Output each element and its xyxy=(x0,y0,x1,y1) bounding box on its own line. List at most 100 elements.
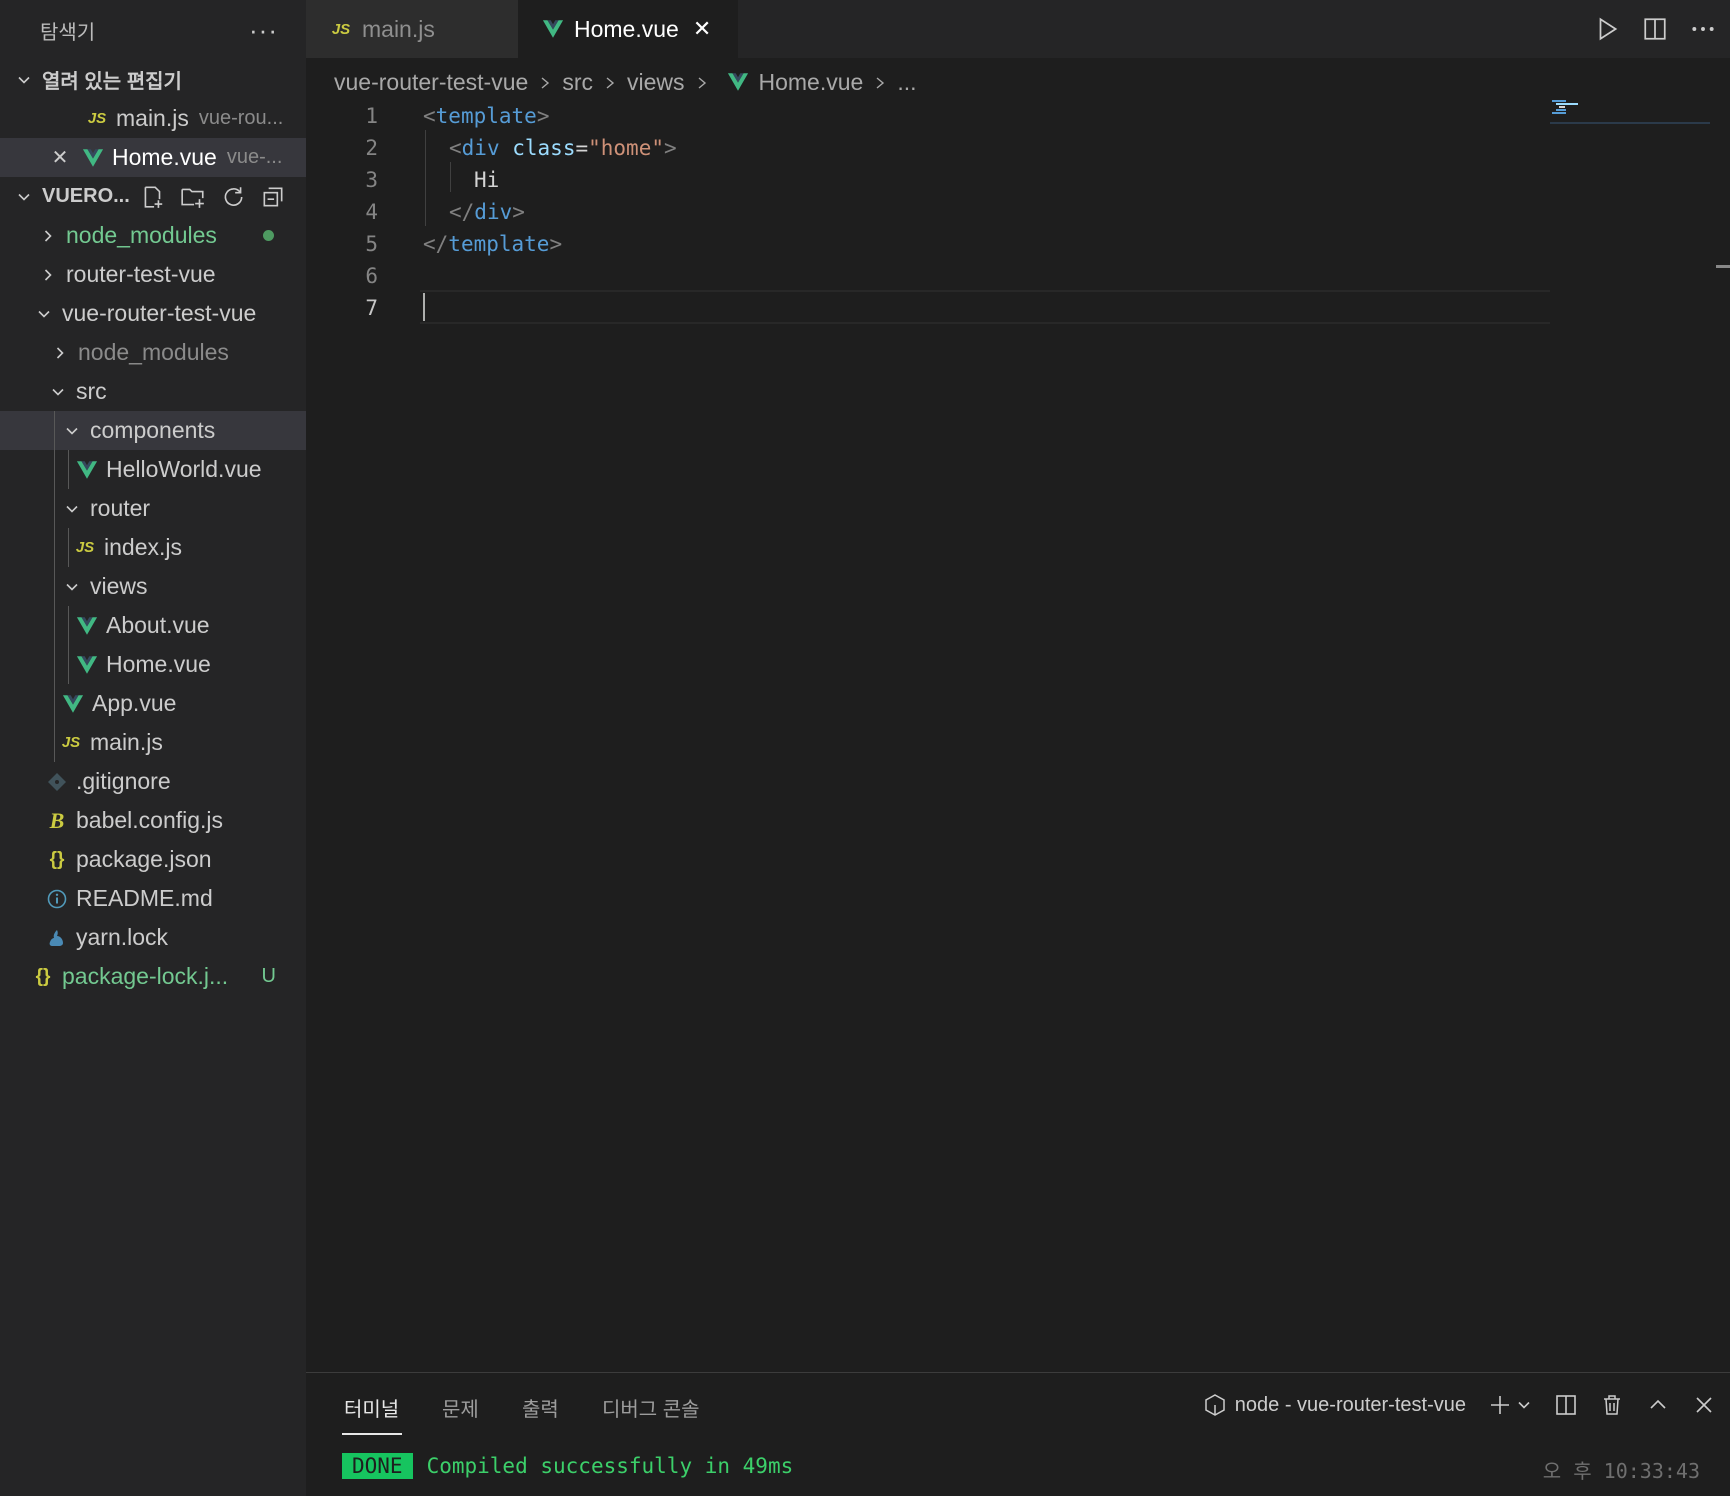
indent-guide xyxy=(54,684,55,723)
tab-label: Home.vue xyxy=(574,15,679,42)
code-line-7: 7 xyxy=(306,292,378,324)
run-icon[interactable] xyxy=(1594,16,1620,42)
tree-file-babel-config-js[interactable]: B babel.config.js xyxy=(0,801,306,840)
tab-debug-console[interactable]: 디버그 콘솔 xyxy=(602,1393,700,1422)
token: </ xyxy=(449,200,475,224)
tree-item-label: main.js xyxy=(90,729,163,755)
code-line-6: 6 xyxy=(306,260,378,292)
indent-guide xyxy=(54,723,55,762)
code-line-1: 1 <template> xyxy=(306,100,549,132)
tab-main-js[interactable]: JS main.js xyxy=(306,0,518,58)
text-cursor xyxy=(423,293,425,321)
tree-folder-components[interactable]: components xyxy=(0,411,306,450)
workspace-toolbar xyxy=(140,184,286,210)
tree-folder-src[interactable]: src xyxy=(0,372,306,411)
tree-file-yarn-lock[interactable]: yarn.lock xyxy=(0,918,306,957)
chevron-right-icon xyxy=(38,265,58,285)
tree-folder-views[interactable]: views xyxy=(0,567,306,606)
chevron-down-icon xyxy=(62,577,82,597)
line-number: 3 xyxy=(365,168,378,192)
tree-file-about-vue[interactable]: About.vue xyxy=(0,606,306,645)
breadcrumb-item[interactable]: vue-router-test-vue xyxy=(334,69,528,96)
close-icon[interactable]: ✕ xyxy=(693,16,711,42)
workspace-label: VUERO... xyxy=(42,185,130,207)
more-actions-icon[interactable]: ··· xyxy=(249,15,278,46)
indent-guide xyxy=(54,645,55,684)
minimap[interactable] xyxy=(1550,96,1710,126)
breadcrumb-item[interactable]: views xyxy=(627,69,685,96)
editor-actions xyxy=(1594,0,1716,58)
tree-folder-vue-router-test-vue[interactable]: vue-router-test-vue xyxy=(0,294,306,333)
chevron-down-icon xyxy=(62,499,82,519)
add-terminal-icon[interactable] xyxy=(1488,1393,1512,1417)
tree-folder-node-modules-root[interactable]: node_modules xyxy=(0,216,306,255)
new-folder-icon[interactable] xyxy=(180,184,206,210)
indent-guide xyxy=(54,450,55,489)
tab-problems[interactable]: 문제 xyxy=(442,1393,479,1422)
tree-item-label: Home.vue xyxy=(106,651,211,677)
breadcrumb-item[interactable]: src xyxy=(562,69,593,96)
tab-terminal[interactable]: 터미널 xyxy=(344,1393,399,1422)
split-terminal-icon[interactable] xyxy=(1554,1393,1578,1417)
vue-icon xyxy=(76,460,98,480)
tree-file-gitignore[interactable]: .gitignore xyxy=(0,762,306,801)
indent-guide xyxy=(68,528,69,567)
token: < xyxy=(449,136,462,160)
tree-file-package-lock-json[interactable]: {} package-lock.j... U xyxy=(0,957,306,996)
chevron-down-icon xyxy=(34,304,54,324)
tree-item-label: HelloWorld.vue xyxy=(106,456,262,482)
indent-guide xyxy=(425,130,426,226)
close-panel-icon[interactable] xyxy=(1692,1393,1716,1417)
tree-file-helloworld-vue[interactable]: HelloWorld.vue xyxy=(0,450,306,489)
vue-icon xyxy=(62,694,84,714)
tree-file-index-js[interactable]: JS index.js xyxy=(0,528,306,567)
chevron-down-icon[interactable] xyxy=(1516,1397,1532,1413)
json-icon: {} xyxy=(35,965,51,987)
tree-item-label: index.js xyxy=(104,534,182,560)
line-number: 4 xyxy=(365,200,378,224)
tree-file-main-js[interactable]: JS main.js xyxy=(0,723,306,762)
untracked-badge: U xyxy=(261,965,276,987)
vue-icon xyxy=(82,148,104,168)
code-line-4: 4 </div> xyxy=(306,196,525,228)
tree-file-readme-md[interactable]: README.md xyxy=(0,879,306,918)
tab-output[interactable]: 출력 xyxy=(522,1393,559,1422)
tree-file-package-json[interactable]: {} package.json xyxy=(0,840,306,879)
breadcrumb-item[interactable]: Home.vue xyxy=(759,69,864,96)
tree-item-label: router-test-vue xyxy=(66,261,216,287)
more-actions-icon[interactable] xyxy=(1690,16,1716,42)
tree-folder-router-test-vue[interactable]: router-test-vue xyxy=(0,255,306,294)
new-file-icon[interactable] xyxy=(140,184,166,210)
terminal-selector[interactable]: node - vue-router-test-vue xyxy=(1203,1393,1466,1417)
babel-icon: B xyxy=(49,807,65,833)
close-icon[interactable]: ✕ xyxy=(50,145,70,170)
tree-file-home-vue[interactable]: Home.vue xyxy=(0,645,306,684)
chevron-right-icon xyxy=(38,226,58,246)
tree-item-label: About.vue xyxy=(106,612,210,638)
tab-home-vue[interactable]: Home.vue ✕ xyxy=(518,0,738,58)
code-editor[interactable]: 1 <template> 2 <div class="home"> 3 Hi 4… xyxy=(306,100,1730,1370)
tree-folder-node-modules[interactable]: node_modules xyxy=(0,333,306,372)
token: > xyxy=(512,200,525,224)
chevron-down-icon xyxy=(48,382,68,402)
trash-icon[interactable] xyxy=(1600,1393,1624,1417)
json-icon: {} xyxy=(49,848,65,870)
line-number: 2 xyxy=(365,136,378,160)
open-editors-section-header[interactable]: 열려 있는 편집기 xyxy=(0,60,306,99)
tree-file-app-vue[interactable]: App.vue xyxy=(0,684,306,723)
split-editor-icon[interactable] xyxy=(1642,16,1668,42)
line-number: 6 xyxy=(365,264,378,288)
collapse-all-icon[interactable] xyxy=(260,184,286,210)
code-line-2: 2 <div class="home"> xyxy=(306,132,676,164)
tree-folder-router[interactable]: router xyxy=(0,489,306,528)
breadcrumb-item[interactable]: ... xyxy=(897,69,916,96)
chevron-down-icon xyxy=(14,70,34,90)
open-editor-item-main-js[interactable]: JS main.js vue-rou... xyxy=(0,99,306,138)
refresh-icon[interactable] xyxy=(220,184,246,210)
open-editor-item-home-vue[interactable]: ✕ Home.vue vue-... xyxy=(0,138,306,177)
chevron-right-icon xyxy=(695,69,709,96)
js-icon: JS xyxy=(61,734,81,751)
workspace-section-header[interactable]: VUERO... xyxy=(0,177,306,216)
maximize-panel-icon[interactable] xyxy=(1646,1393,1670,1417)
token: > xyxy=(549,232,563,256)
